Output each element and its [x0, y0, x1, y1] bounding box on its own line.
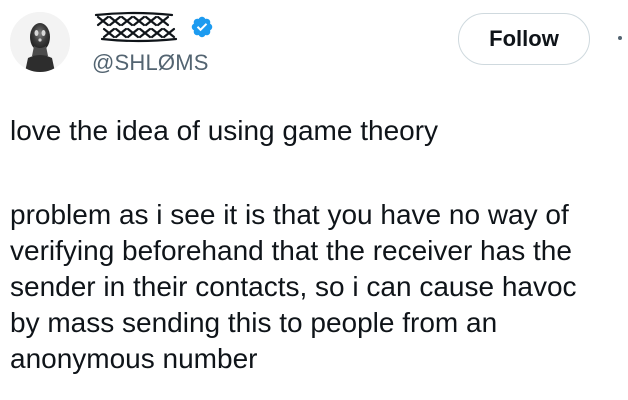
author-display-name-row[interactable]: XXXXX — [92, 10, 214, 44]
tweet-paragraph-2-line-4: by mass sending this to people from an — [10, 307, 498, 338]
tweet-paragraph-2-line-2: verifying beforehand that the receiver h… — [10, 235, 572, 266]
tweet-card: XXXXX @SHLØMS Fol — [0, 0, 628, 400]
verified-badge-icon — [191, 16, 213, 38]
author-handle[interactable]: @SHLØMS — [92, 52, 209, 74]
more-options-icon[interactable] — [618, 36, 622, 40]
avatar-image — [10, 12, 70, 72]
tweet-text: love the idea of using game theory probl… — [10, 113, 618, 377]
display-name-glyphs — [94, 11, 178, 43]
tweet-paragraph-2-line-5: anonymous number — [10, 343, 258, 374]
follow-button[interactable]: Follow — [458, 13, 590, 65]
tweet-paragraph-1-line-1: love the idea of using game theory — [10, 115, 439, 146]
avatar[interactable] — [10, 12, 70, 72]
tweet-paragraph-2-line-1: problem as i see it is that you have no … — [10, 199, 569, 230]
tweet-paragraph-2-line-3: sender in their contacts, so i can cause… — [10, 271, 577, 302]
